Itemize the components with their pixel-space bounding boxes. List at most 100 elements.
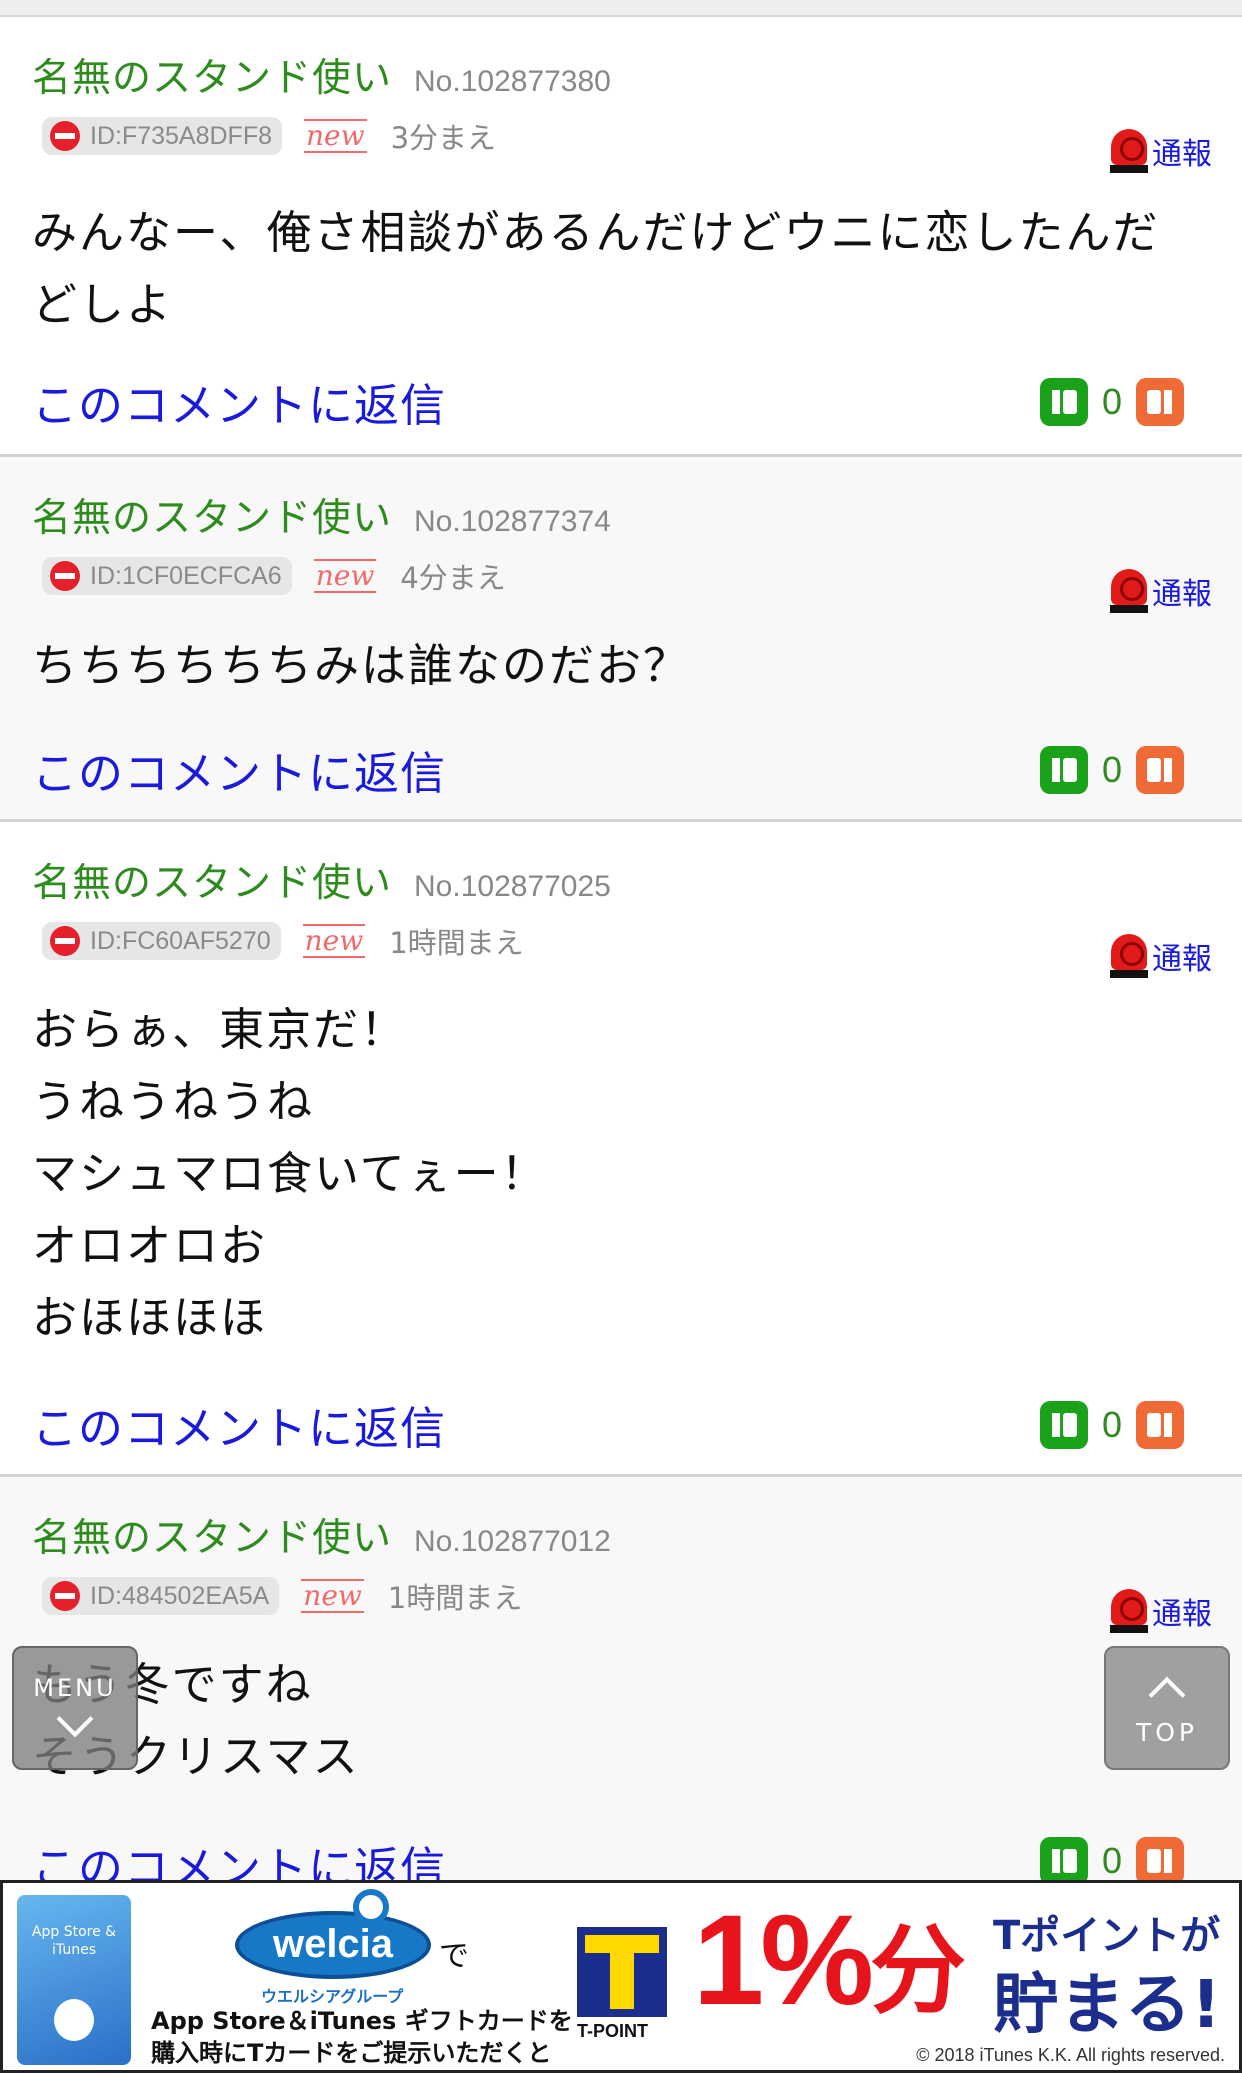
percent-unit: 分 (870, 1918, 966, 2025)
username[interactable]: 名無のスタンド使い (32, 1516, 392, 1561)
reply-link[interactable]: このコメントに返信 (32, 1392, 446, 1457)
comment-line: どしよ (32, 278, 174, 331)
percent-value: 1% (693, 1889, 874, 2032)
ad-copyright: © 2018 iTunes K.K. All rights reserved. (916, 2045, 1225, 2065)
chevron-down-icon (56, 1700, 94, 1738)
comment-meta: ID:1CF0ECFCA6 new 4分まえ (42, 555, 506, 597)
vote-controls: 0 (1039, 378, 1184, 426)
thumbs-up-icon[interactable] (1039, 746, 1088, 794)
thumbs-up-icon[interactable] (1039, 378, 1088, 426)
top-label: TOP (1135, 1718, 1199, 1747)
username[interactable]: 名無のスタンド使い (32, 56, 392, 101)
comment-header: 名無のスタンド使い No.102877012 (32, 1507, 611, 1563)
comment-line: ちちちちちちみは誰なのだお？ (32, 639, 691, 692)
reply-link[interactable]: このコメントに返信 (32, 737, 446, 802)
report-label: 通報 (1152, 577, 1212, 612)
comment-number[interactable]: No.102877380 (414, 65, 611, 98)
apple-logo-icon (54, 1999, 94, 2041)
ad-line: App Store＆iTunes ギフトカードを (151, 2007, 573, 2035)
menu-button[interactable]: MENU (12, 1646, 138, 1770)
comment-card: 名無のスタンド使い No.102877012 ID:484502EA5A new … (0, 1477, 1242, 1897)
timestamp: 1時間まえ (389, 926, 524, 960)
comment-body: みんなー、俺さ相談があるんだけどウニに恋したんだ どしよ (32, 197, 1212, 341)
new-badge: new (302, 924, 366, 958)
report-label: 通報 (1152, 137, 1212, 172)
user-id: ID:F735A8DFF8 (90, 121, 273, 150)
chevron-up-icon (1148, 1676, 1186, 1714)
thumbs-up-icon[interactable] (1039, 1401, 1088, 1449)
siren-icon (1110, 569, 1148, 613)
ad-percent: 1%分 (693, 1891, 966, 2042)
no-entry-icon (50, 121, 80, 151)
comment-body: ちちちちちちみは誰なのだお？ (32, 630, 1212, 702)
id-badge[interactable]: ID:F735A8DFF8 (42, 117, 283, 155)
siren-icon (1110, 129, 1148, 173)
tpoint-logo-icon (577, 1927, 667, 2017)
comment-line: もう冬ですね (32, 1658, 313, 1711)
timestamp: 3分まえ (390, 121, 497, 155)
like-count: 0 (1101, 381, 1122, 422)
id-badge[interactable]: ID:FC60AF5270 (42, 922, 281, 960)
id-badge[interactable]: ID:484502EA5A (42, 1577, 280, 1615)
comment-card: 名無のスタンド使い No.102877380 ID:F735A8DFF8 new … (0, 17, 1242, 457)
username[interactable]: 名無のスタンド使い (32, 861, 392, 906)
no-entry-icon (50, 1581, 80, 1611)
comment-line: そうクリスマス (32, 1730, 360, 1783)
reply-link[interactable]: このコメントに返信 (32, 369, 446, 434)
like-count: 0 (1101, 1840, 1122, 1881)
comment-number[interactable]: No.102877012 (414, 1525, 611, 1558)
siren-icon (1110, 934, 1148, 978)
user-id: ID:484502EA5A (90, 1581, 270, 1610)
tpoint-label: T-POINT (577, 2021, 648, 2041)
report-button[interactable]: 通報 (1110, 569, 1212, 613)
comment-header: 名無のスタンド使い No.102877025 (32, 852, 611, 908)
thumbs-down-icon[interactable] (1136, 378, 1184, 426)
report-label: 通報 (1152, 942, 1212, 977)
thumbs-up-icon[interactable] (1039, 1837, 1088, 1885)
username[interactable]: 名無のスタンド使い (32, 496, 392, 541)
siren-icon (1110, 1589, 1148, 1633)
report-button[interactable]: 通報 (1110, 1589, 1212, 1633)
user-id: ID:1CF0ECFCA6 (90, 561, 282, 590)
timestamp: 1時間まえ (387, 1581, 523, 1615)
ad-banner[interactable]: App Store & iTunes welcia で ウエルシアグループ Ap… (0, 1880, 1242, 2073)
comment-line: うねうねうね (32, 1075, 315, 1128)
top-strip (0, 0, 1242, 17)
no-entry-icon (50, 561, 80, 591)
welcia-logo: welcia (235, 1911, 431, 1979)
comment-number[interactable]: No.102877374 (414, 505, 611, 538)
report-button[interactable]: 通報 (1110, 934, 1212, 978)
welcia-group-label: ウエルシアグループ (261, 1987, 404, 2006)
thumbs-down-icon[interactable] (1136, 1837, 1184, 1885)
no-entry-icon (50, 926, 80, 956)
like-count: 0 (1101, 749, 1122, 790)
comment-line: オロオロお (32, 1219, 268, 1272)
report-button[interactable]: 通報 (1110, 129, 1212, 173)
comment-meta: ID:484502EA5A new 1時間まえ (42, 1575, 522, 1617)
menu-label: MENU (33, 1674, 117, 1702)
new-badge: new (304, 119, 367, 153)
comment-line: みんなー、俺さ相談があるんだけどウニに恋したんだ (32, 206, 1160, 259)
comment-card: 名無のスタンド使い No.102877025 ID:FC60AF5270 new … (0, 822, 1242, 1477)
timestamp: 4分まえ (400, 561, 506, 595)
ad-particle: で (439, 1939, 469, 1974)
id-badge[interactable]: ID:1CF0ECFCA6 (42, 557, 292, 595)
gift-card-image: App Store & iTunes (17, 1895, 131, 2065)
thumbs-down-icon[interactable] (1136, 1401, 1184, 1449)
comment-number[interactable]: No.102877025 (414, 870, 611, 903)
comment-body: おらぁ、東京だ！ うねうねうね マシュマロ食いてぇー！ オロオロお おほほほほ (32, 994, 1212, 1354)
gift-card-title: App Store & iTunes (31, 1924, 117, 1958)
thumbs-down-icon[interactable] (1136, 746, 1184, 794)
like-count: 0 (1101, 1404, 1122, 1445)
comment-header: 名無のスタンド使い No.102877380 (32, 47, 611, 103)
user-id: ID:FC60AF5270 (90, 926, 271, 955)
vote-controls: 0 (1039, 1837, 1184, 1885)
new-badge: new (313, 559, 377, 593)
scroll-top-button[interactable]: TOP (1104, 1646, 1230, 1770)
comment-line: おらぁ、東京だ！ (32, 1003, 408, 1056)
ad-headline-2: 貯まる! (993, 1966, 1222, 2043)
vote-controls: 0 (1039, 746, 1184, 794)
comment-line: マシュマロ食いてぇー！ (32, 1147, 548, 1200)
new-badge: new (301, 1579, 364, 1613)
welcia-logo-dot (353, 1889, 389, 1925)
